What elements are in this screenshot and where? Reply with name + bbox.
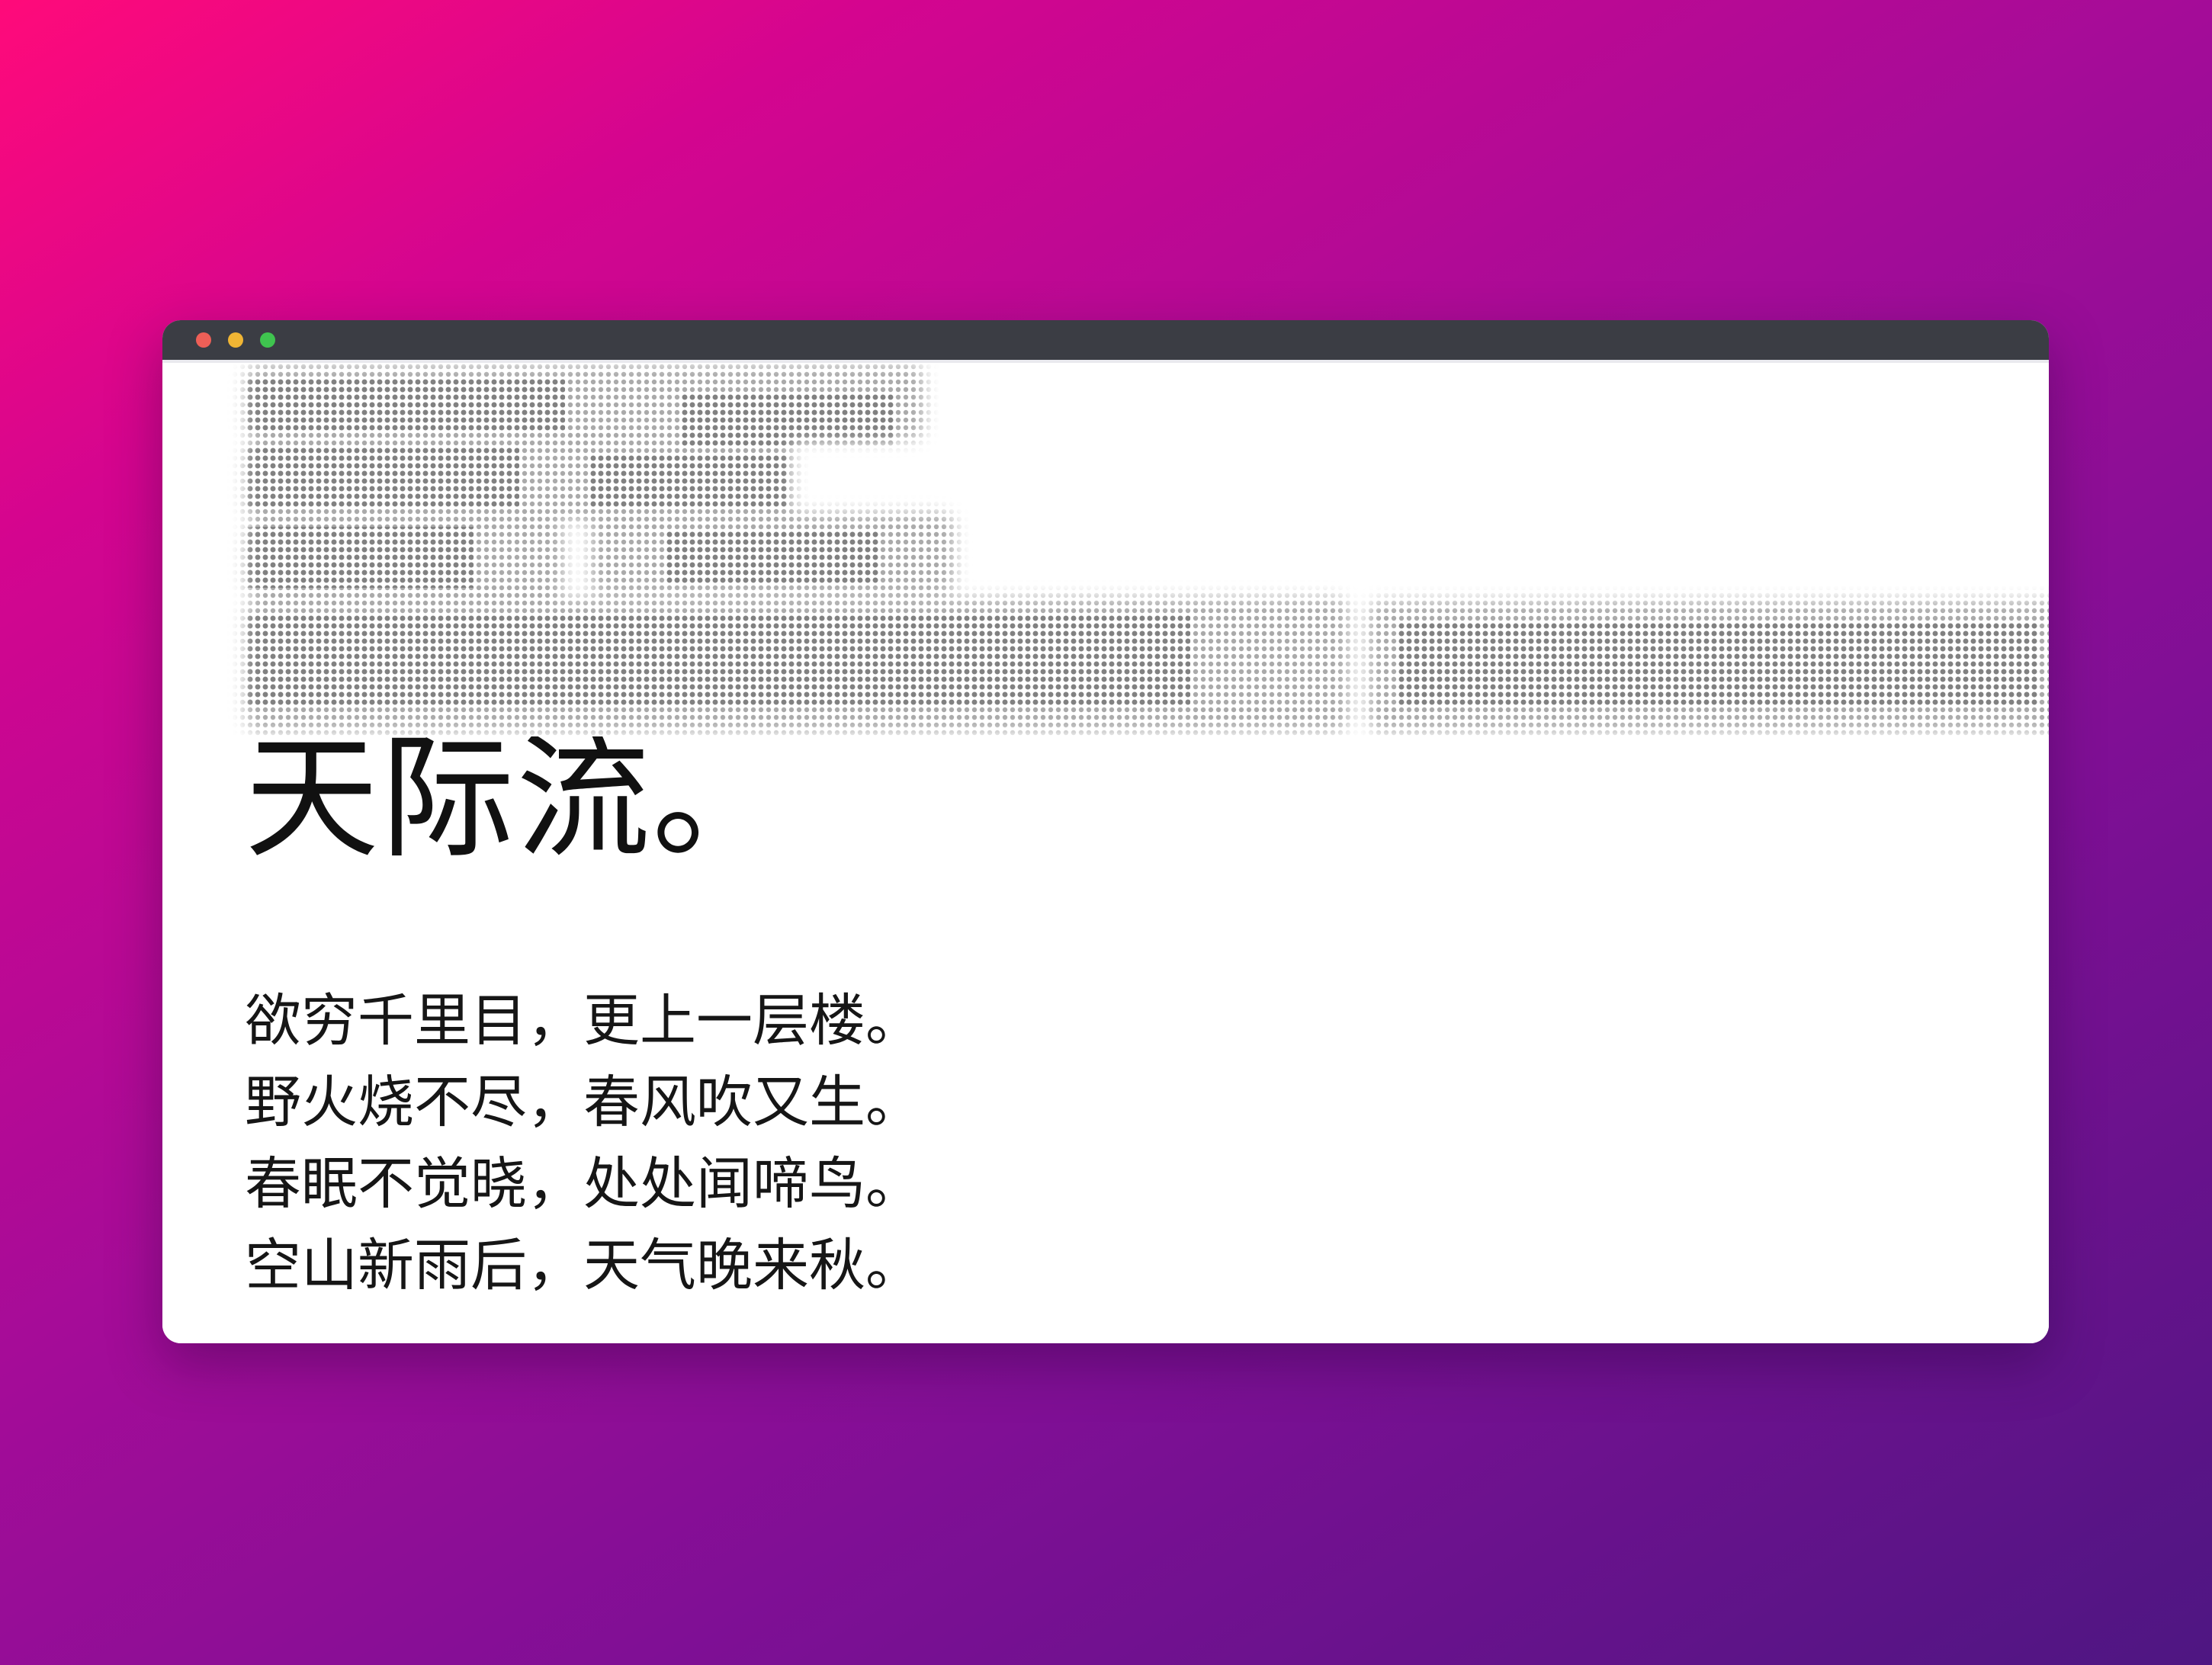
page-viewport[interactable]: 孤帆远影碧空尽，唯见长江天际流。 欲穷千里目，更上一层楼。 野火烧不尽，春风吹又… xyxy=(162,363,2049,1343)
browser-window: 孤帆远影碧空尽，唯见长江天际流。 欲穷千里目，更上一层楼。 野火烧不尽，春风吹又… xyxy=(162,320,2049,1343)
poem-line: 野火烧不尽，春风吹又生。 xyxy=(245,1070,922,1135)
page-headline: 孤帆远影碧空尽，唯见长江天际流。 xyxy=(245,519,1874,877)
zoom-button[interactable] xyxy=(260,332,275,348)
poem-list: 欲穷千里目，更上一层楼。 野火烧不尽，春风吹又生。 春眠不觉晓，处处闻啼鸟。 空… xyxy=(245,980,1312,1307)
poem-line: 春眠不觉晓，处处闻啼鸟。 xyxy=(245,1151,922,1217)
poem-line: 空山新雨后，天气晚来秋。 xyxy=(245,1233,922,1298)
minimize-button[interactable] xyxy=(228,332,243,348)
poem-line: 欲穷千里目，更上一层楼。 xyxy=(245,988,922,1054)
title-bar xyxy=(162,320,2049,360)
close-button[interactable] xyxy=(196,332,211,348)
